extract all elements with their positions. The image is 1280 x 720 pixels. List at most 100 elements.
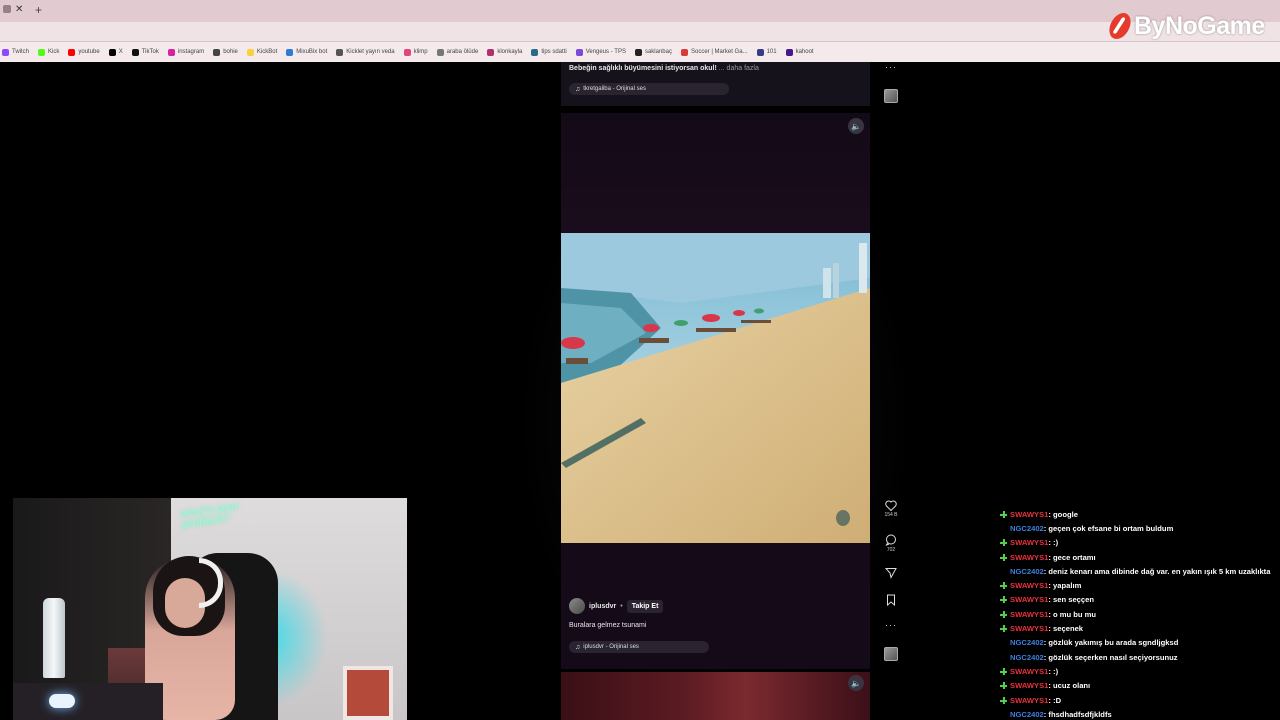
bookmark-item[interactable]: MixuBix bot: [286, 48, 328, 56]
plus-badge-icon: [1000, 610, 1007, 618]
bot-icon: [246, 48, 254, 56]
water-bottle: [43, 598, 65, 678]
bookmark-label: TikTok: [141, 49, 159, 55]
car-icon: [436, 48, 444, 56]
chat-text: : google: [1048, 509, 1078, 519]
bynogame-logo-text: ByNoGame: [1134, 11, 1265, 40]
music-note-icon: ♫: [575, 643, 581, 651]
save-button[interactable]: [883, 594, 899, 606]
more-link[interactable]: ... daha fazla: [719, 65, 759, 72]
bookmark-item[interactable]: tips sdatti: [531, 48, 567, 56]
bookmark-item[interactable]: araba ölüde: [436, 48, 479, 56]
chat-message: NGC2402 : gözlük seçerken nasıl seçiyors…: [1000, 650, 1280, 664]
music-note-icon: ♫: [575, 85, 581, 93]
previous-audio-thumbnail[interactable]: [884, 89, 898, 103]
bookmark-label: MixuBix bot: [296, 49, 328, 55]
more-options-icon-top[interactable]: ···: [885, 62, 897, 72]
tiktok-icon: [131, 48, 139, 56]
like-button[interactable]: 154 B: [883, 500, 899, 518]
author-separator: •: [620, 602, 623, 610]
bookmark-item[interactable]: X: [108, 48, 123, 56]
author-name[interactable]: iplusdvr: [589, 603, 616, 610]
bookmark-item[interactable]: Kick: [38, 48, 60, 56]
next-post-preview[interactable]: [561, 672, 870, 720]
chat-text: : sen seççen: [1048, 595, 1094, 605]
audio-thumbnail[interactable]: [884, 647, 898, 661]
chat-username[interactable]: SWAWYS1: [1010, 553, 1048, 562]
chat-message: SWAWYS1 : gece ortamı: [1000, 550, 1280, 564]
author-avatar[interactable]: [569, 598, 585, 614]
chat-username[interactable]: NGC2402: [1010, 567, 1044, 576]
plus-badge-icon: [1000, 582, 1007, 590]
heart-icon: [885, 500, 897, 511]
mute-toggle-next[interactable]: 🔈: [848, 675, 864, 691]
chat-username[interactable]: SWAWYS1: [1010, 510, 1048, 519]
chat-message: NGC2402 : deniz kenarı ama dibinde dağ v…: [1000, 564, 1280, 578]
kahoot-icon: [785, 48, 793, 56]
send-icon: [885, 568, 897, 579]
new-tab-button[interactable]: +: [35, 3, 42, 17]
chat-username[interactable]: SWAWYS1: [1010, 681, 1048, 690]
tab-favicon[interactable]: [3, 5, 11, 13]
chat-message: NGC2402 : fhsdhadfsdfjkldfs: [1000, 707, 1280, 720]
bookmark-item[interactable]: Twitch: [2, 48, 30, 56]
bookmark-item[interactable]: KickBot: [246, 48, 277, 56]
bookmark-label: Soccer | Market Ga...: [690, 49, 748, 55]
follow-button[interactable]: Takip Et: [626, 599, 664, 613]
chat-username[interactable]: SWAWYS1: [1010, 624, 1048, 633]
address-bar[interactable]: [0, 22, 1280, 42]
bookmark-item[interactable]: Soccer | Market Ga...: [680, 48, 748, 56]
bookmark-item[interactable]: bohie: [213, 48, 238, 56]
chat-username[interactable]: SWAWYS1: [1010, 538, 1048, 547]
chat-username[interactable]: NGC2402: [1010, 653, 1044, 662]
bookmark-item[interactable]: 101: [756, 48, 777, 56]
chat-username[interactable]: SWAWYS1: [1010, 595, 1048, 604]
chat-text: : fhsdhadfsdfjkldfs: [1043, 709, 1112, 719]
post-audio[interactable]: ♫ iplusdvr - Orijinal ses: [569, 641, 709, 653]
bookmark-item[interactable]: klonkayla: [487, 48, 522, 56]
chat-username[interactable]: SWAWYS1: [1010, 696, 1048, 705]
bookmark-item[interactable]: saklanbaç: [634, 48, 672, 56]
bookmark-item[interactable]: kahoot: [785, 48, 814, 56]
bookmark-item[interactable]: youtube: [68, 48, 100, 56]
chat-text: : :): [1048, 538, 1059, 548]
chat-username[interactable]: NGC2402: [1010, 524, 1044, 533]
previous-post-audio-label: tkretgaliba - Orijinal ses: [583, 86, 646, 92]
bookmark-label: Kick: [48, 49, 60, 55]
twitch-icon: [2, 48, 9, 56]
tab-close-icon[interactable]: ✕: [15, 4, 23, 15]
bookmark-label: Twitch: [12, 49, 30, 55]
chat-username[interactable]: SWAWYS1: [1010, 667, 1048, 676]
previous-post-audio[interactable]: ♫ tkretgaliba - Orijinal ses: [569, 83, 729, 95]
chat-message: SWAWYS1 : google: [1000, 507, 1280, 521]
chat-username[interactable]: SWAWYS1: [1010, 610, 1048, 619]
bookmark-label: araba ölüde: [446, 49, 479, 55]
comment-button[interactable]: 702: [883, 534, 899, 553]
globe-icon: [756, 48, 764, 56]
chat-username[interactable]: SWAWYS1: [1010, 581, 1048, 590]
beach-scene: [561, 233, 870, 543]
bookmark-label: klimp: [413, 49, 428, 55]
globe-icon: [213, 48, 221, 56]
kick-icon: [38, 48, 46, 56]
reel-video[interactable]: [561, 233, 870, 543]
chat-message: SWAWYS1 : :): [1000, 664, 1280, 678]
gear-icon: [336, 48, 344, 56]
link-icon: [487, 48, 495, 56]
bookmark-item[interactable]: instagram: [167, 48, 204, 56]
share-button[interactable]: [883, 567, 899, 579]
chat-username[interactable]: NGC2402: [1010, 710, 1044, 719]
tips-icon: [531, 48, 539, 56]
chat-text: : :D: [1048, 695, 1062, 705]
bookmark-item[interactable]: Kicklet yayın veda: [336, 48, 395, 56]
bookmark-item[interactable]: TikTok: [131, 48, 159, 56]
more-options-icon[interactable]: ···: [885, 620, 897, 630]
stream-screen: ✕ + Twitch Kick youtube X TikTok instagram boh…: [0, 0, 1280, 720]
previous-post-caption: Bebeğin sağlıklı büyümesini istiyorsan o…: [569, 65, 759, 72]
chat-username[interactable]: NGC2402: [1010, 638, 1044, 647]
chat-text: : yapalım: [1048, 581, 1082, 591]
bookmark-item[interactable]: klimp: [403, 48, 428, 56]
mute-toggle-top[interactable]: 🔈: [848, 118, 864, 134]
bookmark-item[interactable]: Vengeus - TPS: [575, 48, 626, 56]
bookmark-label: youtube: [78, 49, 100, 55]
